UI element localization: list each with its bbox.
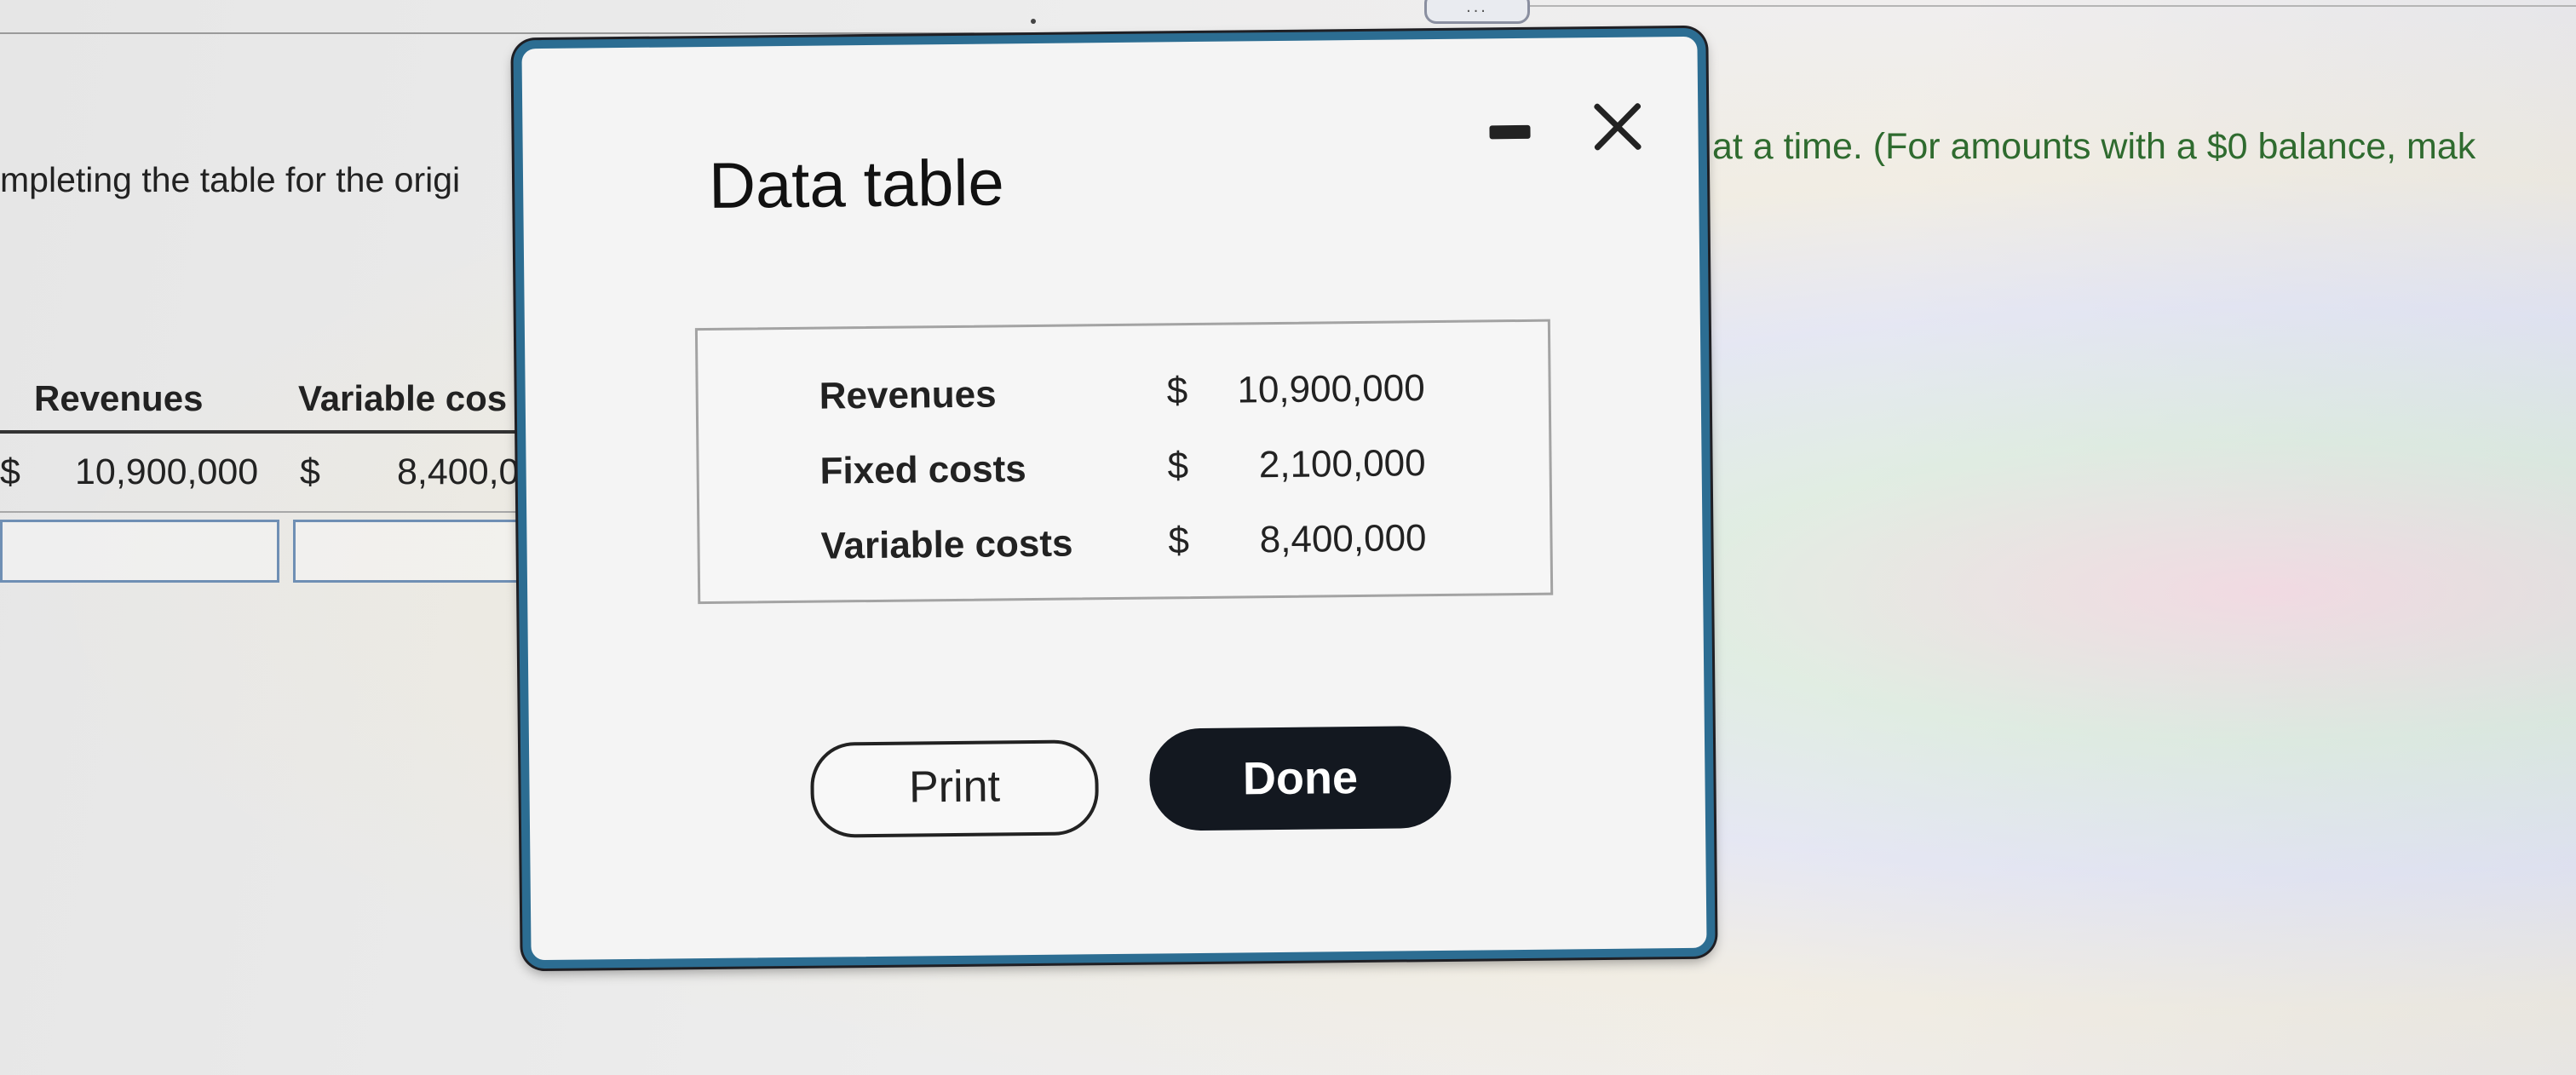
print-button[interactable]: Print [809, 739, 1100, 838]
data-table: Revenues $ 10,900,000 Fixed costs $ 2,10… [694, 319, 1554, 605]
done-button[interactable]: Done [1148, 725, 1452, 831]
row-currency: $ [1166, 370, 1188, 412]
bg-table-row-rule [0, 511, 528, 513]
row-label: Variable costs [820, 522, 1073, 567]
data-row-fixed-costs: Fixed costs $ 2,100,000 [699, 429, 1550, 506]
bg-variable-currency: $ [300, 451, 320, 492]
instruction-text-right: at a time. (For amounts with a $0 balanc… [1712, 126, 2476, 167]
dialog-title: Data table [708, 147, 1005, 222]
data-table-dialog: Data table Revenues $ 10,900,000 Fixed c… [513, 27, 1716, 969]
data-row-revenues: Revenues $ 10,900,000 [698, 354, 1549, 431]
bg-table-header-rule [0, 430, 528, 434]
minimize-icon[interactable] [1489, 124, 1531, 140]
row-label: Revenues [819, 373, 997, 417]
more-options-handle[interactable]: ... [1424, 0, 1530, 24]
page-top-rule-right [1516, 5, 2576, 7]
data-row-variable-costs: Variable costs $ 8,400,000 [699, 504, 1550, 581]
bg-variable-value: 8,400,0 [397, 451, 520, 492]
row-value: 10,900,000 [1237, 367, 1425, 411]
bg-answer-input-2[interactable] [293, 520, 537, 583]
row-label: Fixed costs [819, 448, 1026, 492]
bg-answer-input-1[interactable] [0, 520, 279, 583]
bg-revenue-currency: $ [0, 451, 20, 492]
bg-header-revenues: Revenues [34, 378, 204, 418]
bg-header-variable-costs: Variable cos [298, 378, 508, 418]
row-currency: $ [1167, 445, 1189, 487]
row-currency: $ [1168, 520, 1190, 562]
bg-revenue-value: 10,900,000 [75, 451, 259, 492]
row-value: 8,400,000 [1259, 517, 1427, 561]
close-icon[interactable] [1587, 96, 1647, 157]
dot-marker [1031, 19, 1036, 24]
row-value: 2,100,000 [1258, 442, 1426, 486]
instruction-text-left: mpleting the table for the origi [0, 160, 461, 199]
